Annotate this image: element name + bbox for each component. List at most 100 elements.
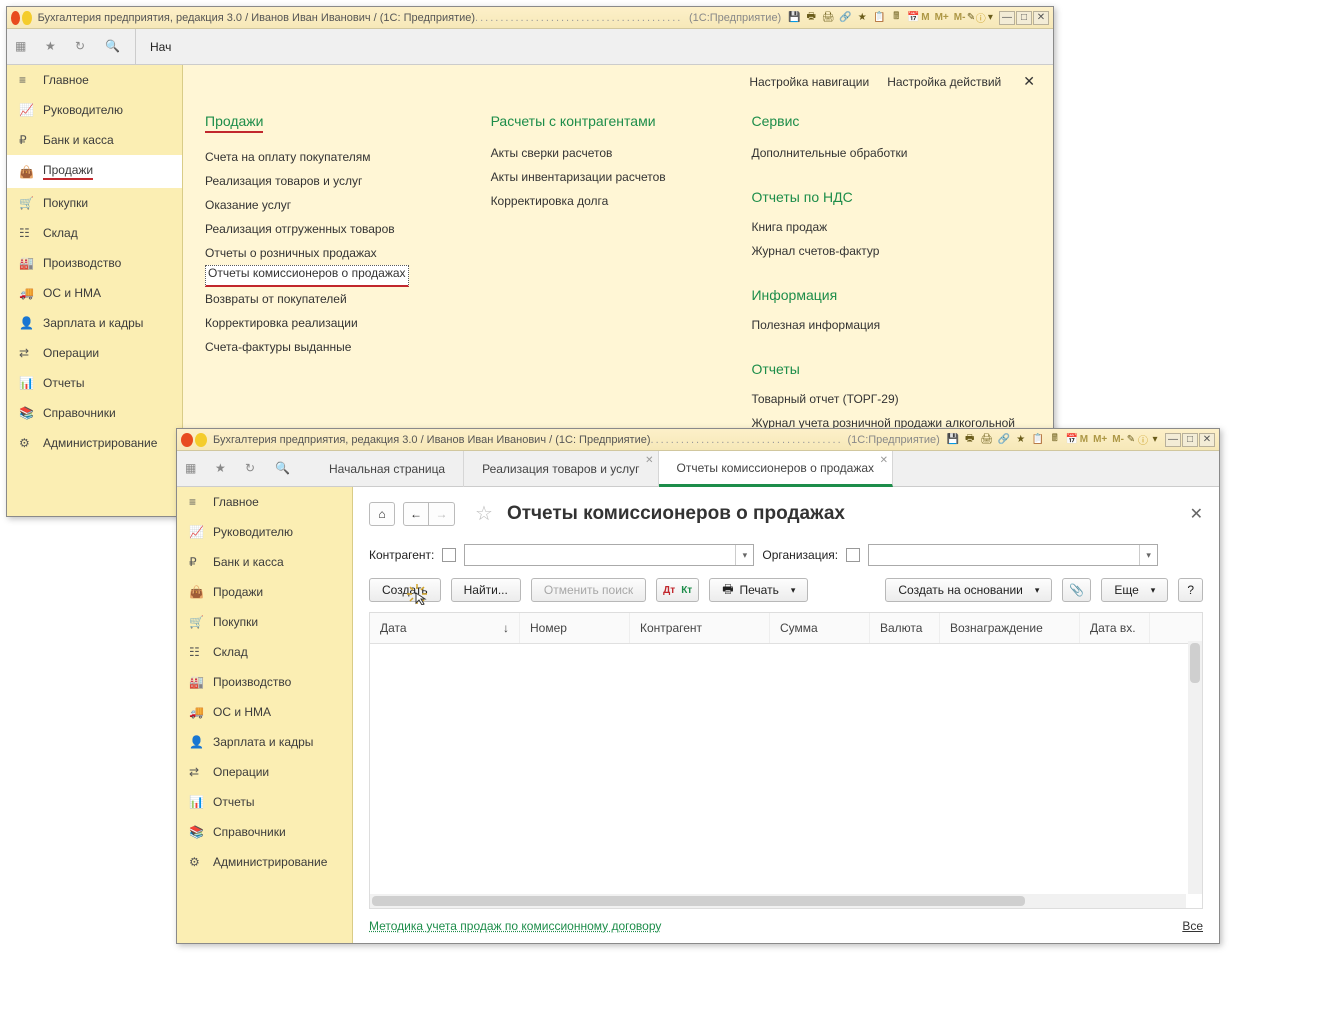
sidebar-item-factory[interactable]: 🏭Производство	[177, 667, 352, 697]
panel-link[interactable]: Акты инвентаризации расчетов	[491, 165, 672, 189]
all-link[interactable]: Все	[1182, 919, 1203, 933]
sidebar-item-bank[interactable]: ₽Банк и касса	[7, 125, 182, 155]
sidebar-item-report[interactable]: 📊Отчеты	[7, 368, 182, 398]
search-icon[interactable]: 🔍	[105, 39, 121, 55]
tab[interactable]: Начальная страница	[311, 451, 464, 487]
printer2-icon[interactable]: 🖨	[980, 433, 994, 447]
filter-counterparty-checkbox[interactable]	[442, 548, 456, 562]
filter-counterparty-select[interactable]: ▾	[464, 544, 754, 566]
grid-icon[interactable]: ▦	[15, 39, 31, 55]
sidebar-item-cart[interactable]: 🛒Покупки	[177, 607, 352, 637]
tab[interactable]: Отчеты комиссионеров о продажах✕	[659, 451, 894, 487]
column-header[interactable]: Контрагент	[630, 613, 770, 643]
panel-link[interactable]: Корректировка реализации	[205, 311, 411, 335]
m-m-button[interactable]: M	[920, 12, 930, 23]
panel-link[interactable]: Отчеты о розничных продажах	[205, 241, 411, 265]
tab-close-icon[interactable]: ✕	[880, 455, 888, 466]
tool-wand-icon[interactable]: ✎	[966, 11, 975, 25]
cancel-search-button[interactable]: Отменить поиск	[531, 578, 646, 602]
column-header[interactable]: Сумма	[770, 613, 870, 643]
minimize-button[interactable]: —	[1165, 433, 1181, 447]
filter-org-select[interactable]: ▾	[868, 544, 1158, 566]
panel-link[interactable]: Дополнительные обработки	[751, 141, 1031, 165]
sidebar-item-ops[interactable]: ⇄Операции	[7, 338, 182, 368]
sidebar-item-gear[interactable]: ⚙Администрирование	[7, 428, 182, 458]
panel-link[interactable]: Отчеты комиссионеров о продажах	[205, 265, 409, 287]
info-icon[interactable]: ⓘ	[1137, 433, 1149, 447]
search-icon[interactable]: 🔍	[275, 461, 291, 477]
m-m-button[interactable]: M	[1079, 434, 1089, 445]
panel-link[interactable]: Счета-фактуры выданные	[205, 335, 411, 359]
dt-kt-button[interactable]: ДтКт	[656, 578, 699, 602]
sidebar-item-bag[interactable]: 👜Продажи	[7, 155, 182, 188]
m-m+-button[interactable]: M+	[1092, 434, 1108, 445]
column-header[interactable]: Дата↓	[370, 613, 520, 643]
sidebar-item-person[interactable]: 👤Зарплата и кадры	[177, 727, 352, 757]
star-icon[interactable]: ★	[855, 11, 869, 25]
sidebar-item-gear[interactable]: ⚙Администрирование	[177, 847, 352, 877]
sidebar-item-cart[interactable]: 🛒Покупки	[7, 188, 182, 218]
page-close-icon[interactable]: ✕	[1190, 504, 1203, 524]
vertical-scrollbar[interactable]	[1188, 641, 1202, 894]
calc-icon[interactable]: 🖩	[889, 11, 903, 25]
panel-link[interactable]: Акты сверки расчетов	[491, 141, 672, 165]
more-button[interactable]: Еще▾	[1101, 578, 1168, 602]
panel-link[interactable]: Реализация товаров и услуг	[205, 169, 411, 193]
maximize-button[interactable]: □	[1182, 433, 1198, 447]
history-icon[interactable]: ↻	[75, 39, 91, 55]
close-button[interactable]: ✕	[1199, 433, 1215, 447]
star-icon[interactable]: ★	[45, 39, 61, 55]
sidebar-item-bank[interactable]: ₽Банк и касса	[177, 547, 352, 577]
create-based-button[interactable]: Создать на основании▾	[885, 578, 1052, 602]
act-config-link[interactable]: Настройка действий	[887, 75, 1001, 89]
calendar-icon[interactable]: 📅	[906, 11, 920, 25]
history-icon[interactable]: ↻	[245, 461, 261, 477]
minimize-button[interactable]: —	[999, 11, 1015, 25]
sidebar-item-home[interactable]: ≡Главное	[177, 487, 352, 517]
column-header[interactable]: Вознаграждение	[940, 613, 1080, 643]
close-button[interactable]: ✕	[1033, 11, 1049, 25]
link-icon[interactable]: 🔗	[997, 433, 1011, 447]
sidebar-item-chart[interactable]: 📈Руководителю	[7, 95, 182, 125]
star-icon[interactable]: ★	[1014, 433, 1028, 447]
clipboard-icon[interactable]: 📋	[872, 11, 886, 25]
dropdown-icon[interactable]: ▾	[1149, 433, 1161, 447]
column-header[interactable]: Дата вх.	[1080, 613, 1150, 643]
create-button[interactable]: Создать	[369, 578, 441, 602]
find-button[interactable]: Найти...	[451, 578, 521, 602]
m-m+-button[interactable]: M+	[934, 12, 950, 23]
favorite-icon[interactable]: ☆	[475, 501, 493, 526]
grid-icon[interactable]: ▦	[185, 461, 201, 477]
column-header[interactable]: Номер	[520, 613, 630, 643]
dropdown-icon[interactable]: ▾	[986, 11, 995, 25]
calendar-icon[interactable]: 📅	[1065, 433, 1079, 447]
save-icon[interactable]: 💾	[787, 11, 801, 25]
sidebar-item-book[interactable]: 📚Справочники	[7, 398, 182, 428]
panel-link[interactable]: Полезная информация	[751, 313, 1031, 337]
sidebar-item-home[interactable]: ≡Главное	[7, 65, 182, 95]
attach-button[interactable]: 📎	[1062, 578, 1091, 602]
printer2-icon[interactable]: 🖨	[821, 11, 835, 25]
sidebar-item-ops[interactable]: ⇄Операции	[177, 757, 352, 787]
m-m--button[interactable]: M-	[1111, 434, 1125, 445]
methodology-link[interactable]: Методика учета продаж по комиссионному д…	[369, 919, 661, 933]
tab[interactable]: Реализация товаров и услуг✕	[464, 451, 658, 487]
sidebar-item-chart[interactable]: 📈Руководителю	[177, 517, 352, 547]
sidebar-item-stock[interactable]: ☷Склад	[7, 218, 182, 248]
sidebar-item-factory[interactable]: 🏭Производство	[7, 248, 182, 278]
start-page-label[interactable]: Нач	[150, 40, 171, 54]
panel-link[interactable]: Журнал счетов-фактур	[751, 239, 1031, 263]
filter-org-checkbox[interactable]	[846, 548, 860, 562]
m-m--button[interactable]: M-	[953, 12, 967, 23]
panel-link[interactable]: Возвраты от покупателей	[205, 287, 411, 311]
panel-link[interactable]: Оказание услуг	[205, 193, 411, 217]
back-button[interactable]: ←	[403, 502, 429, 526]
sidebar-item-report[interactable]: 📊Отчеты	[177, 787, 352, 817]
maximize-button[interactable]: □	[1016, 11, 1032, 25]
panel-link[interactable]: Счета на оплату покупателям	[205, 145, 411, 169]
save-icon[interactable]: 💾	[946, 433, 960, 447]
star-icon[interactable]: ★	[215, 461, 231, 477]
print-icon[interactable]: 🖶	[804, 11, 818, 25]
column-header[interactable]: Валюта	[870, 613, 940, 643]
print-icon[interactable]: 🖶	[963, 433, 977, 447]
